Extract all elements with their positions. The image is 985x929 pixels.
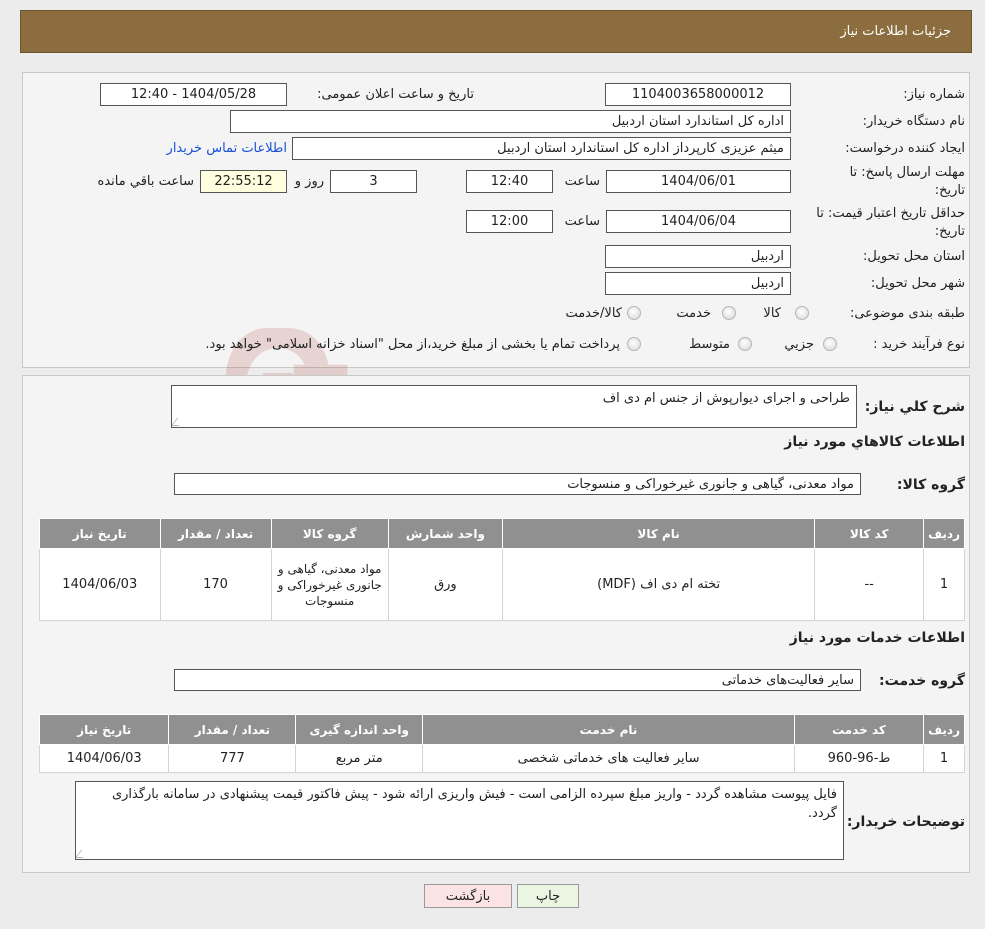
creator-field: میثم عزیزی کارپرداز اداره کل استاندارد ا… [292, 137, 791, 160]
category-option-service: خدمت [676, 306, 711, 321]
resize-grip-icon [76, 850, 90, 858]
process-option-minor: جزیي [784, 337, 814, 352]
goods-group-label: گروه کالا: [896, 477, 965, 493]
process-treasury-checkbox[interactable] [627, 337, 641, 351]
validity-label: حداقل تاریخ اعتبار قیمت: تا [816, 206, 965, 221]
remaining-time-field: 22:55:12 [200, 170, 287, 193]
services-table: رديف کد خدمت نام خدمت واحد اندازه گیری ت… [38, 714, 965, 773]
summary-text: طراحی و اجرای دیوارپوش از جنس ام دی اف [602, 391, 850, 406]
goods-section-title: اطلاعات کالاهاي مورد نياز [784, 434, 965, 450]
category-radio-service[interactable] [722, 306, 736, 320]
validity-time-label: ساعت [564, 214, 600, 229]
goods-table: رديف کد کالا نام کالا واحد شمارش گروه کا… [39, 518, 965, 621]
remaining-label: ساعت باقي مانده [97, 174, 194, 189]
need-number-label: شماره نیاز: [903, 87, 965, 102]
deadline-date-field: 1404/06/01 [606, 170, 791, 193]
deadline-time-field: 12:40 [466, 170, 553, 193]
process-radio-minor[interactable] [823, 337, 837, 351]
buyer-notes-textarea: فایل پیوست مشاهده گردد - واریز مبلغ سپرد… [75, 781, 844, 860]
service-col-date: تاریخ نیاز [38, 714, 170, 745]
buyer-org-label: نام دستگاه خریدار: [862, 114, 965, 129]
days-remaining-field: 3 [330, 170, 417, 193]
process-radio-medium[interactable] [738, 337, 752, 351]
service-cell-unit: متر مربع [295, 744, 424, 773]
table-row: 1 ط-96-960 سایر فعالیت های خدماتی شخصی م… [38, 744, 965, 773]
category-radio-goods[interactable] [795, 306, 809, 320]
goods-cell-code: -- [814, 548, 925, 621]
service-group-label: گروه خدمت: [879, 673, 965, 689]
goods-col-group: گروه کالا [270, 518, 389, 549]
goods-group-field: مواد معدنی، گیاهی و جانوری غیرخوراکی و م… [174, 473, 861, 495]
deadline-time-label: ساعت [564, 174, 600, 189]
process-label: نوع فرآیند خرید : [873, 337, 965, 352]
summary-textarea: طراحی و اجرای دیوارپوش از جنس ام دی اف [171, 385, 857, 428]
goods-cell-unit: ورق [387, 548, 503, 621]
service-cell-row: 1 [923, 744, 965, 773]
service-cell-qty: 777 [168, 744, 297, 773]
services-table-header: رديف کد خدمت نام خدمت واحد اندازه گیری ت… [38, 714, 965, 745]
process-note: پرداخت تمام یا بخشی از مبلغ خرید،از محل … [205, 337, 620, 352]
buyer-contact-link[interactable]: اطلاعات تماس خریدار [167, 141, 287, 156]
back-button[interactable]: بازگشت [424, 884, 512, 908]
city-label: شهر محل تحویل: [870, 276, 965, 291]
buyer-notes-label: توضیحات خریدار: [846, 814, 965, 830]
page-header: جزئیات اطلاعات نیاز [20, 10, 972, 53]
service-col-unit: واحد اندازه گیری [295, 714, 424, 745]
goods-col-date: تاریخ نیاز [39, 518, 161, 549]
category-option-goods-service: کالا/خدمت [565, 306, 622, 321]
creator-label: ایجاد کننده درخواست: [845, 141, 965, 156]
validity-time-field: 12:00 [466, 210, 553, 233]
service-cell-date: 1404/06/03 [38, 744, 170, 773]
process-option-medium: متوسط [689, 337, 730, 352]
validity-date-field: 1404/06/04 [606, 210, 791, 233]
goods-col-unit: واحد شمارش [387, 518, 503, 549]
category-label: طبقه بندی موضوعی: [849, 306, 965, 321]
service-col-row: رديف [923, 714, 965, 745]
goods-col-row: رديف [923, 518, 965, 549]
need-number-field: 1104003658000012 [605, 83, 791, 106]
service-col-code: کد خدمت [793, 714, 925, 745]
category-radio-goods-service[interactable] [627, 306, 641, 320]
buyer-org-field: اداره کل استاندارد استان اردبیل [230, 110, 791, 133]
goods-cell-qty: 170 [159, 548, 272, 621]
service-col-qty: تعداد / مقدار [168, 714, 297, 745]
goods-cell-row: 1 [923, 548, 965, 621]
deadline-label: مهلت ارسال پاسخ: تا [849, 165, 965, 180]
province-label: استان محل تحویل: [863, 249, 965, 264]
goods-col-code: کد کالا [814, 518, 925, 549]
table-row: 1 -- تخته ام دی اف (MDF) ورق مواد معدنی،… [39, 548, 965, 621]
buyer-notes-text: فایل پیوست مشاهده گردد - واریز مبلغ سپرد… [111, 787, 837, 821]
deadline-label-date: تاریخ: [934, 183, 965, 198]
category-option-goods: کالا [763, 306, 781, 321]
resize-grip-icon [172, 418, 186, 426]
province-field: اردبیل [605, 245, 791, 268]
services-section-title: اطلاعات خدمات مورد نياز [789, 630, 965, 646]
goods-cell-name: تخته ام دی اف (MDF) [501, 548, 816, 621]
print-button[interactable]: چاپ [517, 884, 579, 908]
page-title: جزئیات اطلاعات نیاز [840, 24, 951, 39]
service-cell-name: سایر فعالیت های خدماتی شخصی [422, 744, 795, 773]
service-group-field: سایر فعالیت‌های خدماتی [174, 669, 861, 691]
goods-col-qty: تعداد / مقدار [159, 518, 272, 549]
announce-field: 1404/05/28 - 12:40 [100, 83, 287, 106]
service-cell-code: ط-96-960 [793, 744, 925, 773]
goods-table-header: رديف کد کالا نام کالا واحد شمارش گروه کا… [39, 518, 965, 549]
days-label: روز و [294, 174, 324, 189]
service-col-name: نام خدمت [422, 714, 795, 745]
summary-label: شرح کلي نياز: [864, 399, 965, 415]
goods-col-name: نام کالا [501, 518, 816, 549]
announce-label: تاریخ و ساعت اعلان عمومی: [317, 87, 474, 102]
goods-cell-date: 1404/06/03 [39, 548, 161, 621]
goods-cell-group: مواد معدنی، گیاهی و جانوری غیرخوراکی و م… [270, 548, 389, 621]
city-field: اردبیل [605, 272, 791, 295]
validity-label-date: تاریخ: [934, 224, 965, 239]
